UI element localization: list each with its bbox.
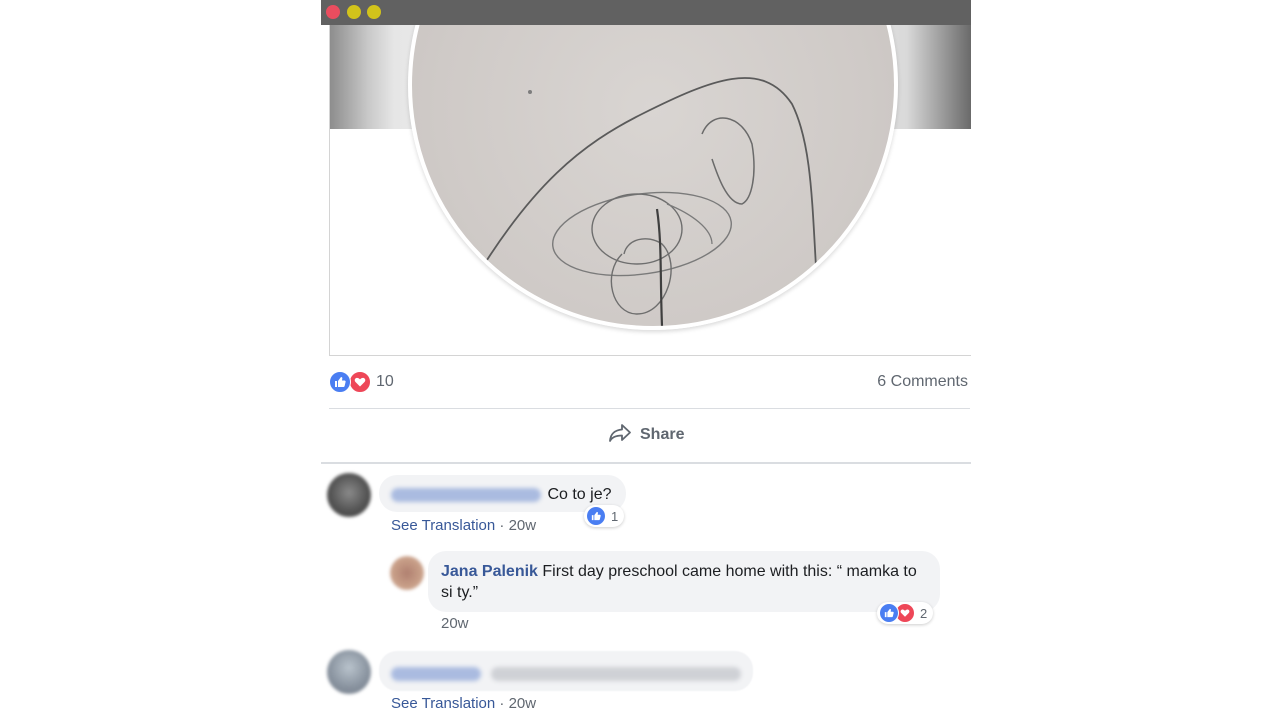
reaction-icons[interactable] — [329, 371, 375, 393]
comment-author-redacted[interactable] — [391, 666, 481, 681]
comment-text-redacted — [491, 666, 742, 681]
like-icon — [879, 603, 899, 623]
profile-picture-drawing[interactable] — [408, 25, 898, 330]
reply-meta: 20w — [441, 615, 469, 632]
divider — [329, 408, 970, 409]
comment-meta: See Translation · 20w — [391, 695, 537, 712]
minimize-window-button[interactable] — [347, 5, 361, 19]
browser-window: 10 6 Comments Share Co to je? 1 See Tran… — [321, 0, 971, 720]
share-arrow-icon — [608, 423, 632, 448]
see-translation-link[interactable]: See Translation — [391, 517, 495, 534]
comment-time[interactable]: 20w — [509, 695, 537, 712]
post-image-card[interactable] — [329, 25, 971, 356]
avatar[interactable] — [390, 556, 424, 590]
reply-reaction-count: 2 — [920, 605, 928, 621]
avatar[interactable] — [327, 473, 371, 517]
close-window-button[interactable] — [326, 5, 340, 19]
comment-text: Co to je? — [547, 486, 612, 503]
reply-time[interactable]: 20w — [441, 615, 469, 632]
comment-bubble — [379, 651, 753, 691]
like-icon — [329, 371, 351, 393]
reply-author-link[interactable]: Jana Palenik — [441, 563, 538, 580]
share-label: Share — [640, 426, 685, 443]
like-icon — [586, 506, 606, 526]
reaction-count[interactable]: 10 — [376, 373, 394, 391]
maximize-window-button[interactable] — [367, 5, 381, 19]
avatar[interactable] — [327, 650, 371, 694]
comment-reaction-count: 1 — [611, 508, 619, 524]
comment-reaction-badge[interactable]: 1 — [584, 505, 625, 527]
comments-count-link[interactable]: 6 Comments — [877, 373, 968, 391]
comment-meta: See Translation · 20w — [391, 517, 537, 534]
divider — [321, 462, 971, 464]
post-stats-row: 10 6 Comments — [329, 368, 970, 396]
share-button[interactable]: Share — [608, 422, 684, 448]
pencil-drawing-image — [471, 77, 818, 326]
window-titlebar — [321, 0, 971, 25]
comment-time[interactable]: 20w — [509, 517, 537, 534]
comment-author-redacted[interactable] — [391, 487, 541, 502]
reply-reaction-badge[interactable]: 2 — [877, 602, 934, 624]
love-icon — [349, 371, 371, 393]
see-translation-link[interactable]: See Translation — [391, 695, 495, 712]
reply-bubble: Jana Palenik First day preschool came ho… — [428, 551, 940, 612]
